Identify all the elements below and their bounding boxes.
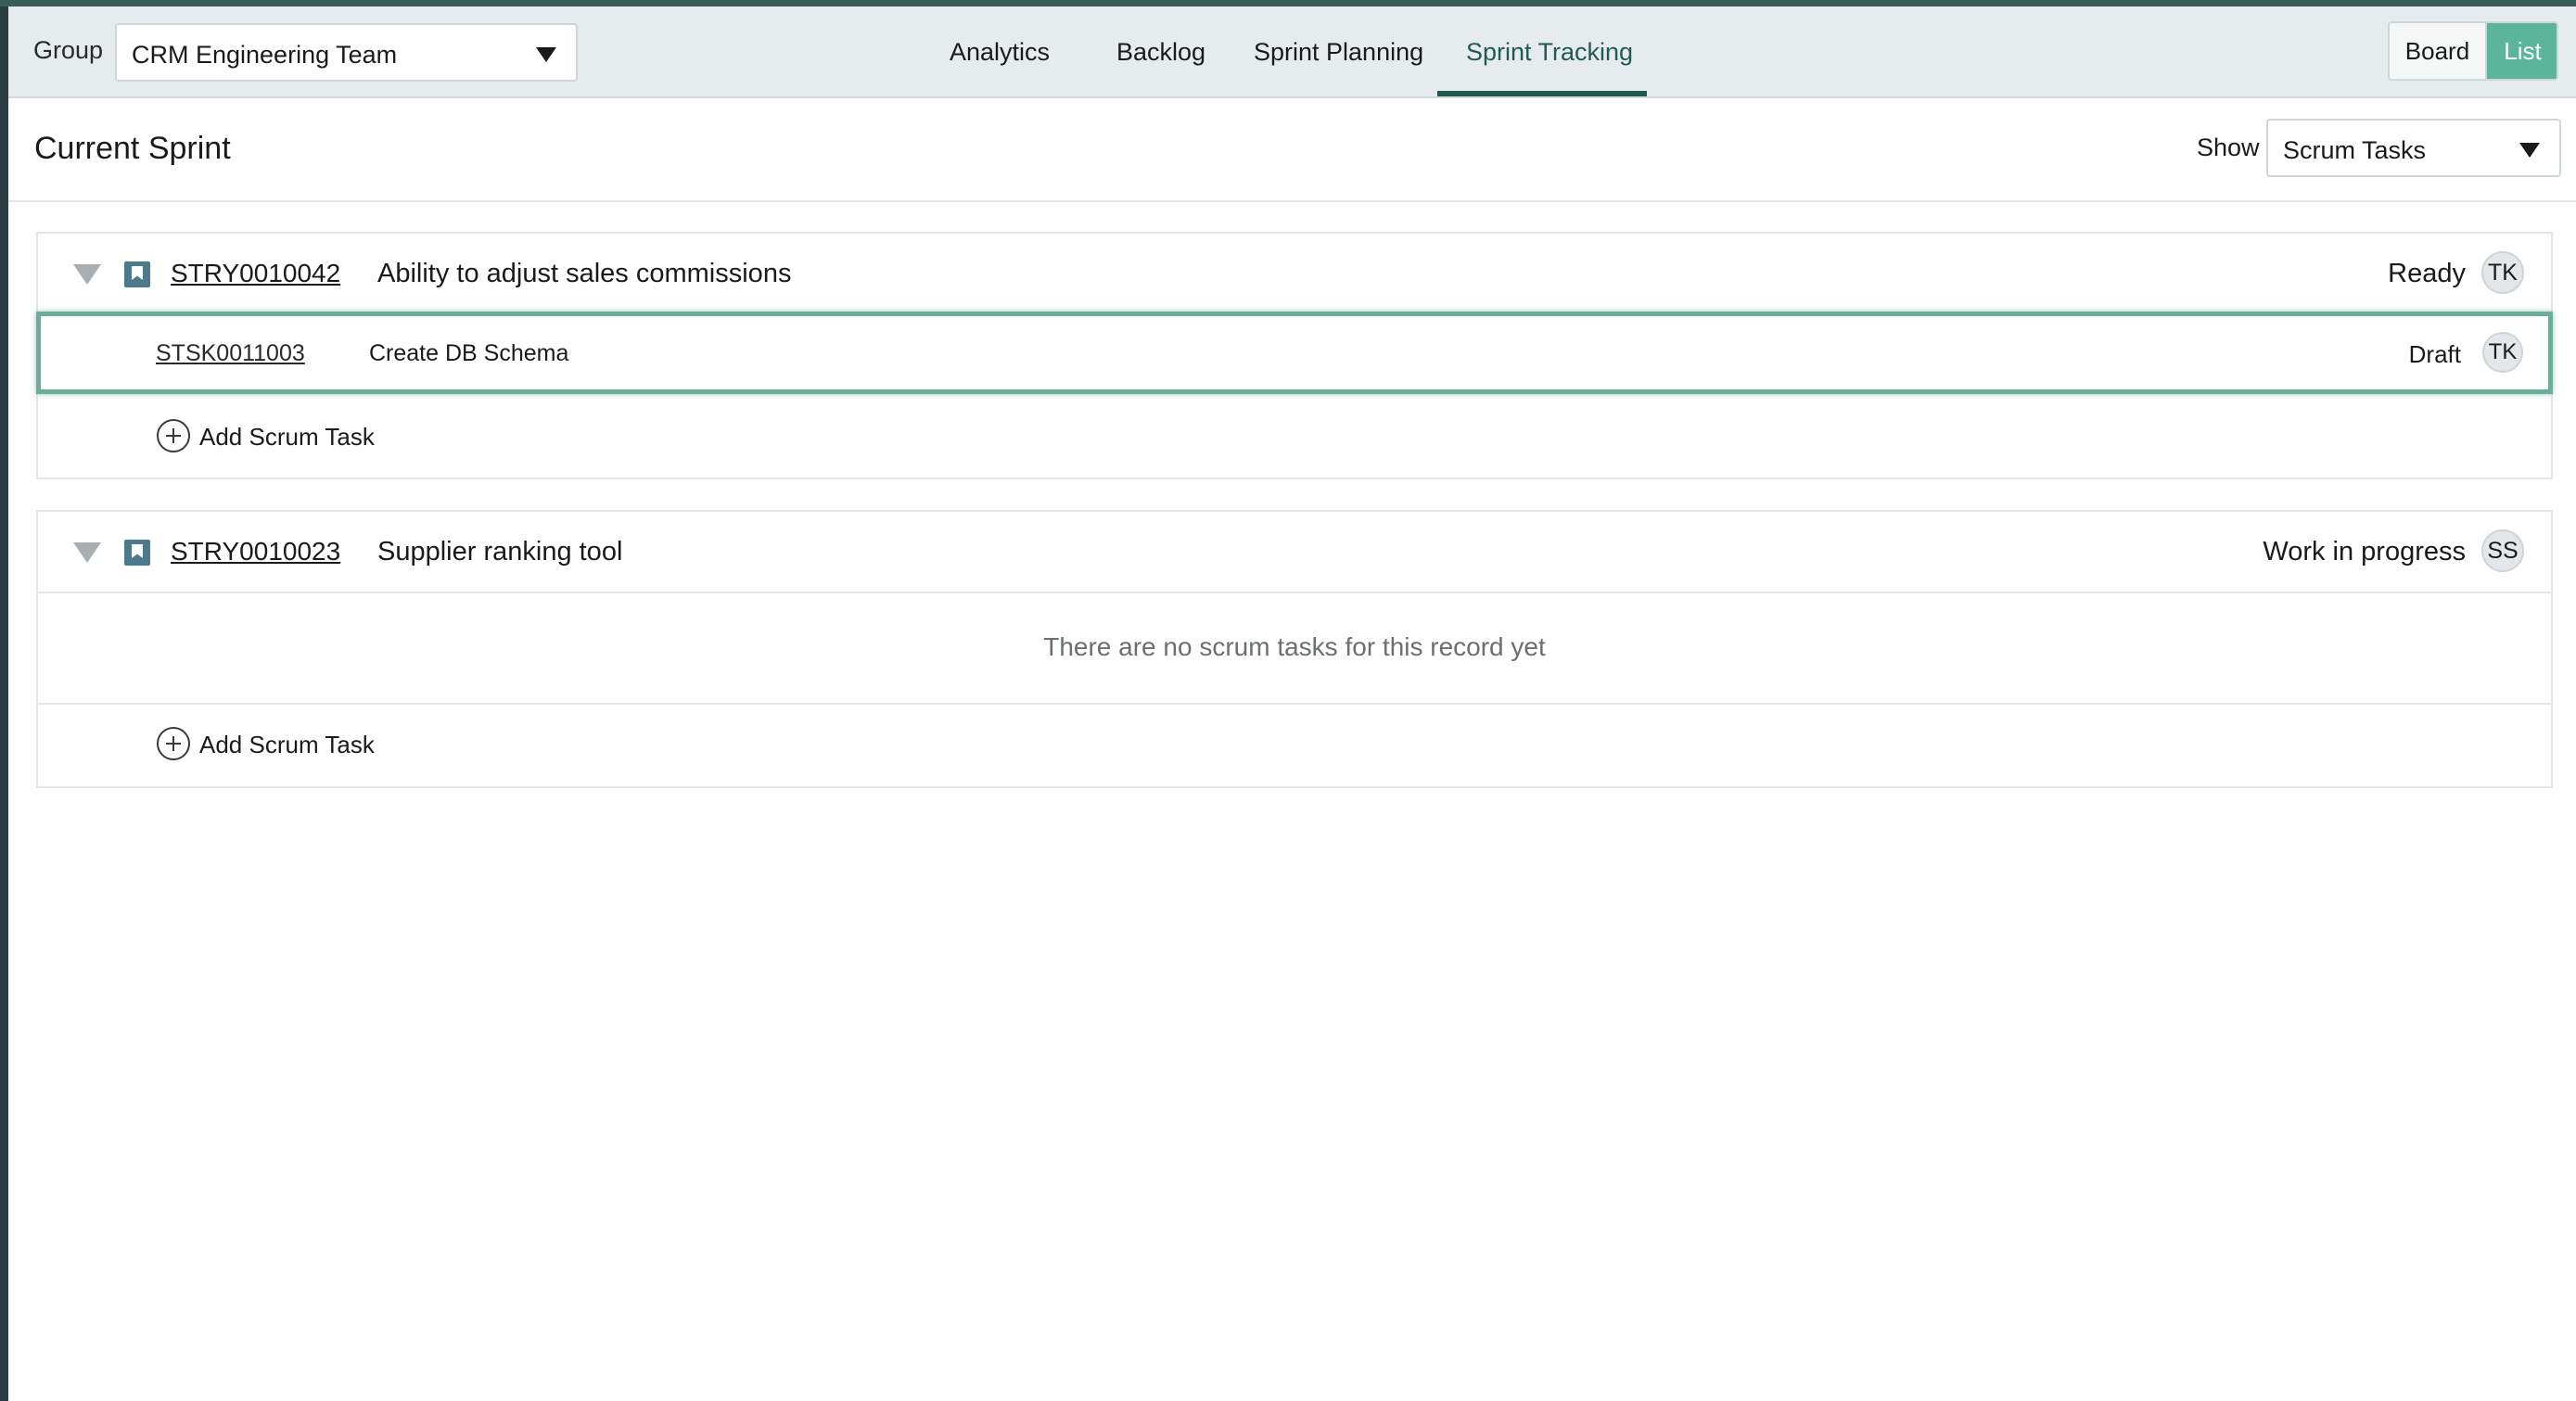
divider [38,703,2551,705]
avatar[interactable]: SS [2481,529,2524,572]
collapse-arrow-icon[interactable] [73,542,101,563]
task-number-link[interactable]: STSK0011003 [156,340,305,367]
story-title: Ability to adjust sales commissions [377,259,792,288]
tab-sprint-planning[interactable]: Sprint Planning [1254,38,1423,67]
show-select[interactable]: Scrum Tasks [2266,119,2561,177]
avatar[interactable]: TK [2482,332,2523,373]
board-view-button[interactable]: Board [2390,23,2487,79]
story-icon [124,261,150,287]
view-toggle: Board List [2388,21,2558,81]
story-card: STRY0010042 Ability to adjust sales comm… [36,232,2553,479]
story-state: Ready [2388,259,2466,288]
show-select-value: Scrum Tasks [2283,136,2427,164]
collapse-arrow-icon[interactable] [73,264,101,285]
chevron-down-icon [536,47,556,62]
task-title: Create DB Schema [369,340,569,366]
group-label: Group [33,36,104,64]
task-row[interactable]: STSK0011003 Create DB Schema Draft TK [36,312,2553,394]
story-state: Work in progress [2263,537,2466,567]
tab-backlog[interactable]: Backlog [1116,38,1205,67]
active-tab-indicator [1437,91,1647,96]
show-label: Show [2197,134,2260,161]
list-view-button[interactable]: List [2487,23,2557,79]
story-card: STRY0010023 Supplier ranking tool Work i… [36,510,2553,788]
group-select-value: CRM Engineering Team [132,41,398,69]
plus-circle-icon [157,727,190,760]
empty-tasks-message: There are no scrum tasks for this record… [1043,632,1546,661]
plus-circle-icon [157,419,190,452]
divider [38,592,2551,593]
avatar[interactable]: TK [2481,251,2524,294]
tab-analytics[interactable]: Analytics [950,38,1050,67]
story-row: STRY0010023 Supplier ranking tool Work i… [38,512,2551,591]
header-bar: Group CRM Engineering Team Analytics Bac… [8,6,2576,98]
page-title: Current Sprint [34,131,231,166]
top-accent-strip [0,0,2576,6]
left-edge-bar [0,0,8,1401]
story-title: Supplier ranking tool [377,537,623,567]
sprint-bar: Current Sprint Show Scrum Tasks [8,98,2576,202]
story-number-link[interactable]: STRY0010023 [171,537,340,567]
add-scrum-task-label: Add Scrum Task [199,423,375,451]
story-row: STRY0010042 Ability to adjust sales comm… [38,234,2551,312]
tab-sprint-tracking[interactable]: Sprint Tracking [1466,38,1633,67]
task-state: Draft [2408,340,2461,368]
chevron-down-icon [2519,143,2540,158]
group-select[interactable]: CRM Engineering Team [115,23,578,82]
story-icon [124,540,150,566]
add-scrum-task-label: Add Scrum Task [199,731,375,758]
story-number-link[interactable]: STRY0010042 [171,259,340,288]
